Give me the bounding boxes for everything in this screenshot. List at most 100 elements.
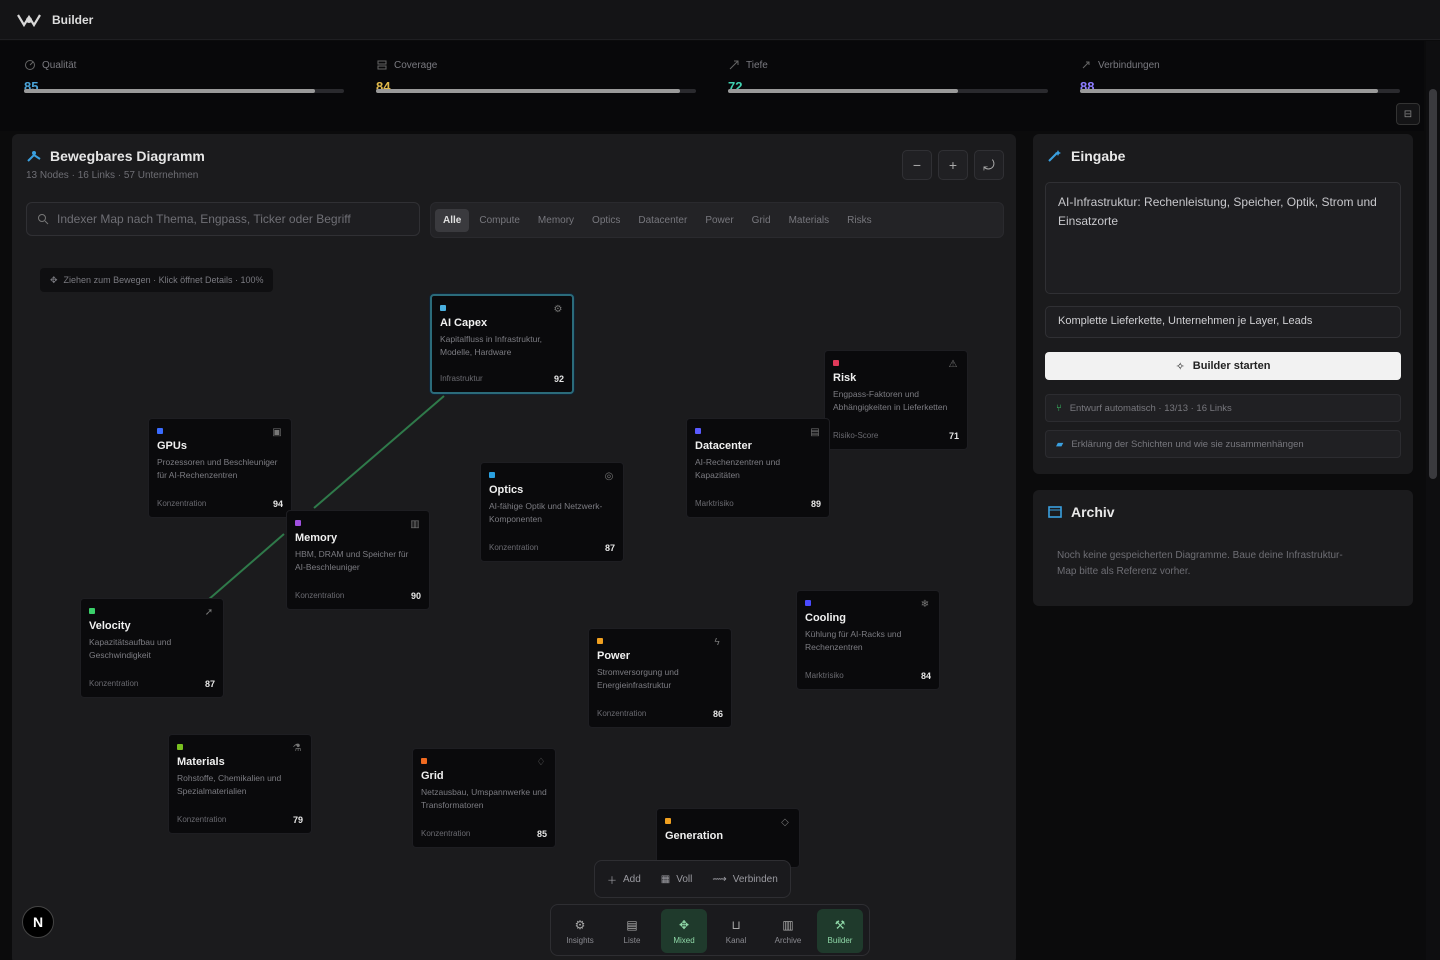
filter-materials[interactable]: Materials [781, 209, 838, 232]
node-grid[interactable]: ♢ Grid Netzausbau, Umspannwerke und Tran… [412, 748, 556, 848]
filter-tabs: Alle Compute Memory Optics Datacenter Po… [430, 202, 1004, 238]
link-icon [1082, 61, 1090, 69]
node-foot: Risiko-Score [833, 431, 879, 440]
snowflake-icon: ❄ [920, 599, 930, 610]
node-gpus[interactable]: ▣ GPUs Prozessoren und Beschleuniger für… [148, 418, 292, 518]
node-foot: Marktrisiko [805, 671, 844, 680]
node-color-dot [89, 608, 95, 614]
node-materials[interactable]: ⚗ Materials Rohstoffe, Chemikalien und S… [168, 734, 312, 834]
filter-optics[interactable]: Optics [584, 209, 628, 232]
filter-compute[interactable]: Compute [471, 209, 528, 232]
full-label: Voll [676, 873, 693, 885]
node-title: Risk [833, 372, 857, 384]
grid-icon: ▦ [660, 873, 671, 885]
node-color-dot [805, 600, 811, 606]
speed-icon: ➚ [204, 607, 214, 618]
context-input[interactable]: Komplette Lieferkette, Unternehmen je La… [1045, 306, 1401, 338]
node-velocity[interactable]: ➚ Velocity Kapazitätsaufbau und Geschwin… [80, 598, 224, 698]
node-foot: Konzentration [489, 543, 539, 552]
start-builder-button[interactable]: ✧ Builder starten [1045, 352, 1401, 380]
scrollbar-thumb[interactable] [1429, 89, 1437, 479]
wand-icon [1048, 150, 1061, 162]
node-power[interactable]: ϟ Power Stromversorgung und Energieinfra… [588, 628, 732, 728]
dock-insights[interactable]: ⚙ Insights [557, 909, 603, 953]
filter-grid[interactable]: Grid [744, 209, 779, 232]
status-text: Entwurf automatisch · 13/13 · 16 Links [1069, 402, 1232, 414]
dock-channel[interactable]: ⊔ Kanal [713, 909, 759, 953]
zoom-in-button[interactable]: + [938, 150, 968, 180]
framework-badge[interactable]: N [22, 906, 54, 938]
node-color-dot [833, 360, 839, 366]
plus-icon: ＋ [607, 875, 617, 887]
dock-label: Archive [774, 935, 802, 945]
node-title: GPUs [157, 440, 187, 452]
node-foot: Konzentration [89, 679, 139, 688]
channel-icon: ⊔ [731, 917, 741, 932]
node-risk[interactable]: ⚠ Risk Engpass-Faktoren und Abhängigkeit… [824, 350, 968, 450]
filter-power[interactable]: Power [697, 209, 741, 232]
metric-bar-fill [728, 89, 959, 93]
fiber-icon: ◎ [604, 471, 614, 482]
metric-bar-fill [376, 89, 680, 93]
node-score: 86 [712, 709, 723, 719]
lightning-icon: ϟ [714, 637, 720, 648]
status-chip[interactable]: ▰ Erklärung der Schichten und wie sie zu… [1045, 430, 1401, 458]
node-title: Power [597, 650, 631, 662]
diagram-search[interactable] [26, 202, 420, 236]
zoom-out-button[interactable]: − [902, 150, 932, 180]
node-generation[interactable]: ◇ Generation [656, 808, 800, 868]
filter-all[interactable]: Alle [435, 208, 470, 232]
fullscreen-button[interactable]: ▦ Voll [661, 874, 693, 885]
input-panel: Eingabe AI-Infrastruktur: Rechenleistung… [1033, 134, 1413, 474]
status-chip[interactable]: ⑂ Entwurf automatisch · 13/13 · 16 Links [1045, 394, 1401, 422]
dock-list[interactable]: ▤ Liste [609, 909, 655, 953]
metric-bar-fill [1080, 89, 1378, 93]
filter-datacenter[interactable]: Datacenter [630, 209, 695, 232]
node-memory[interactable]: ▥ Memory HBM, DRAM und Speicher für AI-B… [286, 510, 430, 610]
node-title: Grid [421, 770, 444, 782]
prompt-textarea[interactable]: AI-Infrastruktur: Rechenleistung, Speich… [1045, 182, 1401, 294]
node-score: 87 [204, 679, 215, 689]
node-datacenter[interactable]: ▤ Datacenter AI-Rechenzentren und Kapazi… [686, 418, 830, 518]
node-color-dot [295, 520, 301, 526]
dock-mixed[interactable]: ✥ Mixed [661, 909, 707, 953]
filter-risks[interactable]: Risks [839, 209, 879, 232]
node-score: 84 [920, 671, 931, 681]
metric-bar [24, 89, 344, 93]
branch-icon: ⑂ [1056, 402, 1062, 414]
dock-archive[interactable]: ▥ Archive [765, 909, 811, 953]
page-scrollbar[interactable] [1426, 41, 1440, 960]
dock-builder[interactable]: ⚒ Builder [817, 909, 863, 953]
connect-button[interactable]: ⟿ Verbinden [712, 874, 777, 885]
node-title: Cooling [805, 612, 846, 624]
view-dock: ⚙ Insights ▤ Liste ✥ Mixed ⊔ Kanal ▥ Archive … [550, 904, 870, 956]
node-title: Memory [295, 532, 338, 544]
memory-chip-icon: ▥ [410, 519, 420, 530]
node-color-dot [421, 758, 427, 764]
metric-label: Verbindungen [1098, 59, 1160, 71]
node-title: Materials [177, 756, 225, 768]
reset-view-button[interactable]: ⤾ [974, 150, 1004, 180]
node-desc: HBM, DRAM und Speicher für AI-Beschleuni… [295, 549, 409, 572]
filter-memory[interactable]: Memory [530, 209, 582, 232]
node-color-dot [177, 744, 183, 750]
node-color-dot [665, 818, 671, 824]
node-score: 94 [272, 499, 283, 509]
archive-empty-text: Noch keine gespeicherten Diagramme. Baue… [1057, 550, 1343, 577]
node-cooling[interactable]: ❄ Cooling Kühlung für AI-Racks und Reche… [796, 590, 940, 690]
diagram-panel: Bewegbares Diagramm 13 Nodes · 16 Links … [12, 134, 1016, 960]
collapse-metrics-icon[interactable]: ⊟ [1396, 103, 1420, 125]
node-optics[interactable]: ◎ Optics AI-fähige Optik und Netzwerk-Ko… [480, 462, 624, 562]
node-color-dot [597, 638, 603, 644]
archive-title: Archiv [1071, 504, 1115, 520]
node-desc: Rohstoffe, Chemikalien und Spezialmateri… [177, 773, 282, 796]
search-input[interactable] [57, 212, 397, 226]
app-logo-icon [17, 13, 41, 27]
add-node-button[interactable]: ＋ Add [607, 872, 641, 887]
grid-tower-icon: ♢ [536, 757, 546, 768]
node-ai-capex[interactable]: ⚙ AI Capex Kapitalfluss in Infrastruktur… [430, 294, 574, 394]
node-desc: Kapazitätsaufbau und Geschwindigkeit [89, 637, 172, 660]
start-builder-label: Builder starten [1192, 360, 1271, 372]
node-desc: Kühlung für AI-Racks und Rechenzentren [805, 629, 902, 652]
archive-panel: Archiv Noch keine gespeicherten Diagramm… [1033, 490, 1413, 606]
